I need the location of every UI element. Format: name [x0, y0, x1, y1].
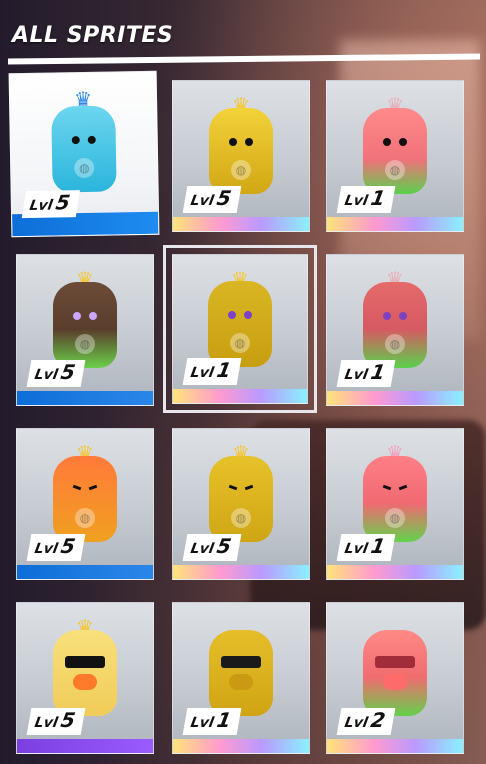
rarity-bar: [327, 217, 463, 231]
sprite-figure: ◍: [209, 108, 273, 194]
rarity-bar: [327, 565, 463, 579]
sprite-card-5[interactable]: ♛ ◍ Lvl1: [163, 245, 317, 413]
sprite-figure: ◍: [363, 456, 427, 542]
page-title: ALL SPRITES: [12, 23, 174, 48]
sprite-card-10[interactable]: ♛ Lvl5: [16, 602, 154, 754]
sprite-figure: [53, 630, 117, 716]
sprite-figure: [209, 630, 273, 716]
rarity-bar: [173, 389, 307, 403]
rarity-bar: [17, 391, 153, 405]
level-badge: Lvl1: [182, 358, 242, 385]
sprite-figure: ◍: [209, 456, 273, 542]
sprite-figure: ◍: [53, 456, 117, 542]
sprite-figure: [363, 630, 427, 716]
level-badge: Lvl1: [336, 360, 396, 387]
rarity-bar: [173, 739, 309, 753]
sprite-card-2[interactable]: ♛ ◍ Lvl5: [172, 80, 310, 232]
level-badge: Lvl5: [26, 708, 86, 735]
sprite-card-12[interactable]: Lvl2: [326, 602, 464, 754]
sprite-card-8[interactable]: ♛ ◍ Lvl5: [172, 428, 310, 580]
rarity-bar: [327, 739, 463, 753]
level-badge: Lvl2: [336, 708, 396, 735]
sprite-figure: ◍: [51, 105, 117, 193]
level-badge: Lvl1: [336, 534, 396, 561]
sprite-card-1[interactable]: ♛ ◍ Lvl5: [8, 70, 160, 238]
sprite-card-6[interactable]: ♛ ◍ Lvl1: [326, 254, 464, 406]
level-badge: Lvl5: [182, 534, 242, 561]
level-badge: Lvl5: [21, 190, 80, 219]
sprite-card-3[interactable]: ♛ ◍ Lvl1: [326, 80, 464, 232]
sprite-card-11[interactable]: Lvl1: [172, 602, 310, 754]
level-badge: Lvl5: [26, 360, 86, 387]
level-badge: Lvl1: [336, 186, 396, 213]
crown-icon: ♛: [73, 86, 93, 112]
rarity-bar: [17, 739, 153, 753]
level-badge: Lvl5: [182, 186, 242, 213]
level-badge: Lvl1: [182, 708, 242, 735]
sprite-figure: ◍: [363, 282, 427, 368]
rarity-bar: [327, 391, 463, 405]
level-badge: Lvl5: [26, 534, 86, 561]
rarity-bar: [173, 565, 309, 579]
rarity-bar: [17, 565, 153, 579]
sprite-card-9[interactable]: ♛ ◍ Lvl1: [326, 428, 464, 580]
sprite-figure: ◍: [53, 282, 117, 368]
sprite-card-7[interactable]: ♛ ◍ Lvl5: [16, 428, 154, 580]
sprite-figure: ◍: [363, 108, 427, 194]
sprite-card-4[interactable]: ♛ ◍ Lvl5: [16, 254, 154, 406]
sprite-figure: ◍: [208, 281, 272, 367]
rarity-bar: [173, 217, 309, 231]
